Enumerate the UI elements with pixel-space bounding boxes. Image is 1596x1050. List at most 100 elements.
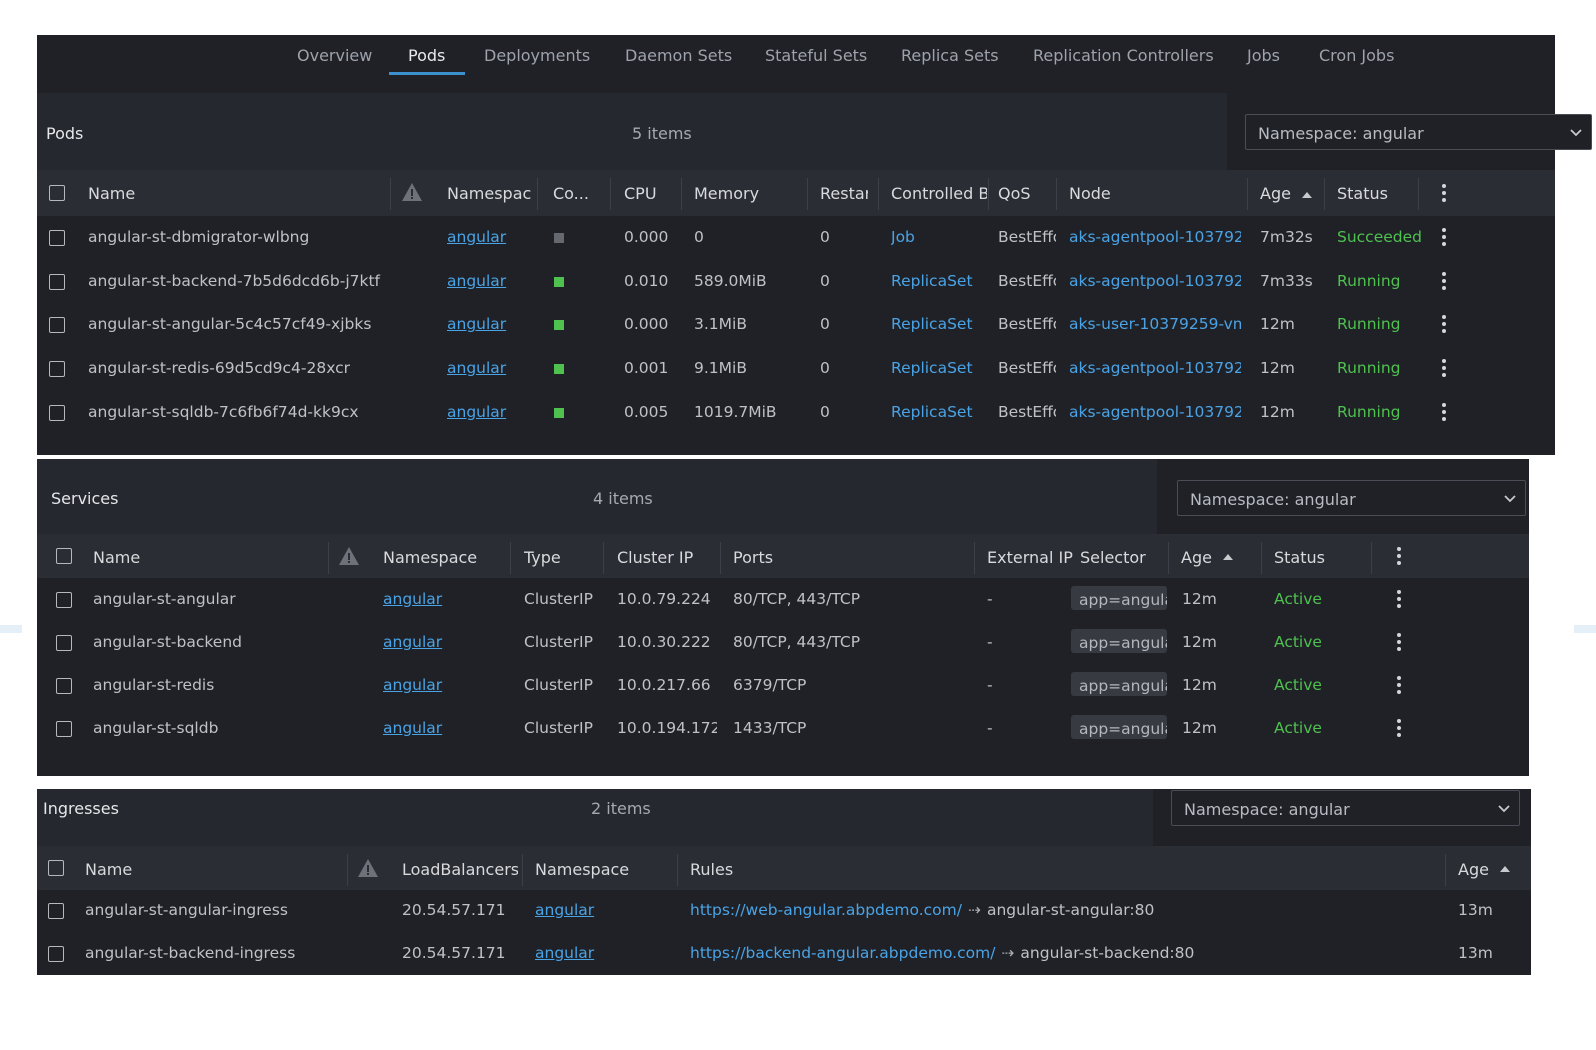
table-row[interactable]: angular-st-angular angular ClusterIP 10.0.7… xyxy=(37,578,1529,621)
col-namespace[interactable]: Namespace xyxy=(535,860,665,879)
row-menu-icon[interactable] xyxy=(1397,590,1401,611)
row-checkbox[interactable] xyxy=(49,361,65,378)
col-rules[interactable]: Rules xyxy=(690,860,890,879)
ingresses-namespace-select[interactable]: Namespace: angular xyxy=(1171,790,1520,826)
node-link[interactable]: aks-agentpool-10379259-vmss000000 xyxy=(1069,228,1241,246)
row-checkbox[interactable] xyxy=(49,273,65,290)
column-menu-icon[interactable] xyxy=(1397,547,1401,568)
col-cpu[interactable]: CPU xyxy=(624,184,680,203)
tab-daemon-sets[interactable]: Daemon Sets xyxy=(625,46,732,65)
namespace-link[interactable]: angular xyxy=(383,719,503,737)
services-namespace-select[interactable]: Namespace: angular xyxy=(1177,480,1526,516)
row-menu-icon[interactable] xyxy=(1442,315,1446,336)
controlled-by-link[interactable]: ReplicaSet xyxy=(891,272,987,290)
namespace-link[interactable]: angular xyxy=(447,228,531,246)
namespace-link[interactable]: angular xyxy=(383,633,503,651)
namespace-link[interactable]: angular xyxy=(447,403,531,421)
node-link[interactable]: aks-agentpool-10379259-vmss000000 xyxy=(1069,359,1241,377)
tab-replication-controllers[interactable]: Replication Controllers xyxy=(1033,46,1214,65)
col-status[interactable]: Status xyxy=(1274,548,1364,567)
pod-name[interactable]: angular-st-redis-69d5cd9c4-28xcr xyxy=(88,359,388,377)
col-age[interactable]: Age xyxy=(1260,184,1300,203)
warning-icon[interactable] xyxy=(401,182,423,202)
pods-namespace-select[interactable]: Namespace: angular xyxy=(1245,114,1592,150)
row-menu-icon[interactable] xyxy=(1442,271,1446,293)
namespace-link[interactable]: angular xyxy=(383,590,503,608)
tab-replica-sets[interactable]: Replica Sets xyxy=(901,46,999,65)
col-controlled-by[interactable]: Controlled By xyxy=(891,184,987,203)
row-menu-icon[interactable] xyxy=(1442,359,1446,380)
ingress-name[interactable]: angular-st-angular-ingress xyxy=(85,901,345,919)
col-namespace[interactable]: Namespace xyxy=(383,548,503,567)
node-link[interactable]: aks-user-10379259-vmss000000 xyxy=(1069,315,1241,333)
tab-stateful-sets[interactable]: Stateful Sets xyxy=(765,46,867,65)
namespace-link[interactable]: angular xyxy=(383,676,503,694)
row-checkbox[interactable] xyxy=(49,230,65,246)
col-loadbalancers[interactable]: LoadBalancers xyxy=(402,860,518,879)
sort-ascending-icon[interactable] xyxy=(1302,192,1312,198)
row-menu-icon[interactable] xyxy=(1397,676,1401,697)
table-row[interactable]: angular-st-dbmigrator-wlbng angular 0.000 0… xyxy=(37,216,1555,260)
table-row[interactable]: angular-st-redis-69d5cd9c4-28xcr angular 0… xyxy=(37,347,1555,391)
node-link[interactable]: aks-agentpool-10379259-vmss000000 xyxy=(1069,272,1241,290)
row-checkbox[interactable] xyxy=(48,946,64,962)
pod-name[interactable]: angular-st-angular-5c4c57cf49-xjbks xyxy=(88,315,388,333)
row-checkbox[interactable] xyxy=(49,404,65,421)
table-row[interactable]: angular-st-backend-7b5d6dcd6b-j7ktf angul… xyxy=(37,260,1555,304)
col-node[interactable]: Node xyxy=(1069,184,1239,203)
controlled-by-link[interactable]: ReplicaSet xyxy=(891,359,987,377)
table-row[interactable]: angular-st-sqldb angular ClusterIP 10.0.194… xyxy=(37,707,1529,750)
col-cluster-ip[interactable]: Cluster IP xyxy=(617,548,717,567)
rule-url-link[interactable]: https://backend-angular.abpdemo.com/ xyxy=(690,944,995,962)
select-all-checkbox[interactable] xyxy=(56,548,72,564)
col-external-ip[interactable]: External IP xyxy=(987,548,1077,567)
controlled-by-link[interactable]: ReplicaSet xyxy=(891,403,987,421)
row-checkbox[interactable] xyxy=(48,903,64,919)
table-row[interactable]: angular-st-angular-ingress 20.54.57.171 an… xyxy=(37,890,1531,933)
tab-deployments[interactable]: Deployments xyxy=(484,46,590,65)
col-name[interactable]: Name xyxy=(88,184,378,203)
service-name[interactable]: angular-st-redis xyxy=(93,676,323,694)
row-menu-icon[interactable] xyxy=(1442,228,1446,249)
namespace-link[interactable]: angular xyxy=(447,315,531,333)
sort-ascending-icon[interactable] xyxy=(1500,866,1510,872)
node-link[interactable]: aks-agentpool-10379259-vmss000000 xyxy=(1069,403,1241,421)
select-all-checkbox[interactable] xyxy=(48,860,64,876)
tab-overview[interactable]: Overview xyxy=(297,46,372,65)
table-row[interactable]: angular-st-backend-ingress 20.54.57.171 an… xyxy=(37,933,1531,976)
namespace-link[interactable]: angular xyxy=(447,359,531,377)
row-checkbox[interactable] xyxy=(56,592,72,608)
tab-jobs[interactable]: Jobs xyxy=(1247,46,1280,65)
row-checkbox[interactable] xyxy=(56,678,72,694)
col-age[interactable]: Age xyxy=(1181,548,1221,567)
table-row[interactable]: angular-st-redis angular ClusterIP 10.0.217… xyxy=(37,664,1529,707)
pod-name[interactable]: angular-st-sqldb-7c6fb6f74d-kk9cx xyxy=(88,403,388,421)
table-row[interactable]: angular-st-angular-5c4c57cf49-xjbks angul… xyxy=(37,303,1555,347)
tab-pods[interactable]: Pods xyxy=(408,46,445,65)
col-memory[interactable]: Memory xyxy=(694,184,806,203)
select-all-checkbox[interactable] xyxy=(49,185,65,201)
pod-name[interactable]: angular-st-dbmigrator-wlbng xyxy=(88,228,388,246)
row-menu-icon[interactable] xyxy=(1397,633,1401,654)
service-name[interactable]: angular-st-angular xyxy=(93,590,323,608)
col-containers[interactable]: Co... xyxy=(553,184,605,203)
col-status[interactable]: Status xyxy=(1337,184,1417,203)
tab-cron-jobs[interactable]: Cron Jobs xyxy=(1319,46,1394,65)
col-qos[interactable]: QoS xyxy=(998,184,1058,203)
row-menu-icon[interactable] xyxy=(1442,402,1446,424)
sort-ascending-icon[interactable] xyxy=(1223,554,1233,560)
col-ports[interactable]: Ports xyxy=(733,548,963,567)
controlled-by-link[interactable]: ReplicaSet xyxy=(891,315,987,333)
row-menu-icon[interactable] xyxy=(1397,719,1401,740)
warning-icon[interactable] xyxy=(357,858,379,878)
warning-icon[interactable] xyxy=(338,546,360,566)
col-name[interactable]: Name xyxy=(85,860,335,879)
row-checkbox[interactable] xyxy=(56,635,72,651)
pod-name[interactable]: angular-st-backend-7b5d6dcd6b-j7ktf xyxy=(88,272,388,290)
column-menu-icon[interactable] xyxy=(1442,184,1446,205)
table-row[interactable]: angular-st-backend angular ClusterIP 10.0.3… xyxy=(37,621,1529,664)
namespace-link[interactable]: angular xyxy=(535,944,665,962)
row-checkbox[interactable] xyxy=(56,721,72,737)
col-age[interactable]: Age xyxy=(1458,860,1498,879)
col-namespace[interactable]: Namespace xyxy=(447,184,531,203)
